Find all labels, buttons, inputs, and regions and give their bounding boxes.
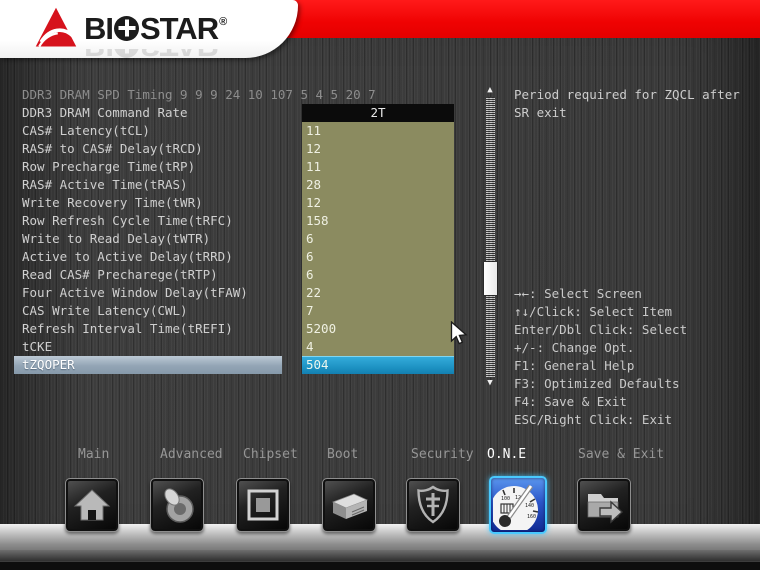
svg-text:160: 160: [527, 514, 536, 520]
logo-text-right: STAR: [140, 10, 219, 46]
hint-line: →←: Select Screen: [514, 286, 642, 301]
setting-row[interactable]: DDR3 DRAM Command Rate 2T: [14, 104, 455, 122]
setting-label: Write to Read Delay(tWTR): [22, 231, 211, 246]
setting-label: Write Recovery Time(tWR): [22, 195, 203, 210]
setting-label: Four Active Window Delay(tFAW): [22, 285, 248, 300]
setting-row[interactable]: Read CAS# Precharege(tRTP) 6: [14, 266, 455, 284]
scroll-up-icon[interactable]: ▲: [483, 85, 497, 96]
dock-icon-save-exit[interactable]: [577, 478, 631, 532]
dish-icon: [164, 488, 194, 523]
setting-value[interactable]: 6: [302, 248, 454, 266]
setting-label: CAS Write Latency(CWL): [22, 303, 188, 318]
setting-row[interactable]: RAS# to CAS# Delay(tRCD) 12: [14, 140, 455, 158]
gauge-icon: 100 120 140 160: [493, 484, 539, 530]
setting-value[interactable]: 6: [302, 266, 454, 284]
tab-security[interactable]: Security: [411, 447, 474, 462]
tab-save-exit[interactable]: Save & Exit: [578, 447, 664, 462]
setting-value[interactable]: 2T: [302, 104, 454, 122]
setting-label: tZQOPER: [14, 356, 282, 374]
setting-row[interactable]: tZQOPER 504: [14, 356, 455, 374]
setting-label: RAS# Active Time(tRAS): [22, 177, 188, 192]
dock-icon-main[interactable]: [65, 478, 119, 532]
menu-tabs: Main Advanced Chipset Boot Security O.N.E Save…: [0, 447, 760, 465]
tab-main[interactable]: Main: [78, 447, 109, 462]
setting-value[interactable]: 504: [302, 356, 454, 374]
setting-row[interactable]: Row Precharge Time(tRP) 11: [14, 158, 455, 176]
setting-label: DDR3 DRAM Command Rate: [22, 105, 188, 120]
biostar-triangle-icon: [35, 7, 77, 48]
shield-icon: [417, 485, 449, 524]
dock-icon-advanced[interactable]: [150, 478, 204, 532]
hint-line: ↑↓/Click: Select Item: [514, 304, 673, 319]
dock-icon-boot[interactable]: [322, 478, 376, 532]
setting-value[interactable]: 11: [302, 158, 454, 176]
setting-row[interactable]: CAS Write Latency(CWL) 7: [14, 302, 455, 320]
setting-value[interactable]: 7: [302, 302, 454, 320]
dock-icon-security[interactable]: [406, 478, 460, 532]
tab-advanced[interactable]: Advanced: [160, 447, 223, 462]
setting-label: Row Precharge Time(tRP): [22, 159, 196, 174]
folder-exit-icon: [587, 494, 624, 524]
hint-line: F3: Optimized Defaults: [514, 376, 680, 391]
setting-value[interactable]: 158: [302, 212, 454, 230]
setting-row[interactable]: Write to Read Delay(tWTR) 6: [14, 230, 455, 248]
dock-shelf-shadow: [0, 550, 760, 561]
setting-label: RAS# to CAS# Delay(tRCD): [22, 141, 203, 156]
logo-text-left: BI: [84, 10, 114, 46]
hint-line: Enter/Dbl Click: Select: [514, 322, 688, 337]
setting-value[interactable]: 6: [302, 230, 454, 248]
chip-icon: [247, 489, 279, 521]
scroll-down-icon[interactable]: ▼: [483, 378, 497, 389]
tab-chipset[interactable]: Chipset: [243, 447, 298, 462]
biostar-logo-panel: BI STAR® BI STAR: [0, 0, 298, 61]
dock-icon-one[interactable]: 100 120 140 160: [489, 476, 547, 534]
setting-value[interactable]: 5200: [302, 320, 454, 338]
key-hints: →←: Select Screen ↑↓/Click: Select Item En…: [514, 285, 756, 429]
tab-boot[interactable]: Boot: [327, 447, 358, 462]
registered-mark: ®: [219, 15, 227, 28]
setting-row[interactable]: Write Recovery Time(tWR) 12: [14, 194, 455, 212]
settings-list: DDR3 DRAM SPD Timing 9 9 9 24 10 107 5 4…: [14, 86, 455, 374]
setting-row[interactable]: Four Active Window Delay(tFAW) 22: [14, 284, 455, 302]
setting-row[interactable]: Active to Active Delay(tRRD) 6: [14, 248, 455, 266]
hint-line: +/-: Change Opt.: [514, 340, 635, 355]
setting-label: Read CAS# Precharege(tRTP): [22, 267, 218, 282]
svg-text:100: 100: [501, 496, 510, 502]
setting-value[interactable]: 28: [302, 176, 454, 194]
scrollbar-track[interactable]: [483, 97, 497, 377]
tab-o-n-e[interactable]: O.N.E: [487, 447, 526, 462]
setting-value[interactable]: 12: [302, 194, 454, 212]
setting-label: CAS# Latency(tCL): [22, 123, 150, 138]
bios-screen: BI STAR® BI STAR DDR3 DRAM SPD Timing 9 9 …: [0, 0, 760, 570]
setting-value[interactable]: 11: [302, 122, 454, 140]
setting-row[interactable]: tCKE 4: [14, 338, 455, 356]
setting-row[interactable]: Refresh Interval Time(tREFI) 5200: [14, 320, 455, 338]
hint-line: F4: Save & Exit: [514, 394, 627, 409]
hint-line: ESC/Right Click: Exit: [514, 412, 673, 427]
dock: 100 120 140 160: [0, 476, 760, 536]
svg-text:140: 140: [525, 503, 534, 509]
setting-row[interactable]: Row Refresh Cycle Time(tRFC) 158: [14, 212, 455, 230]
list-scrollbar[interactable]: ▲ ▼: [483, 85, 497, 389]
setting-label: tCKE: [22, 339, 53, 354]
setting-value[interactable]: 12: [302, 140, 454, 158]
setting-row[interactable]: RAS# Active Time(tRAS) 28: [14, 176, 455, 194]
setting-row[interactable]: CAS# Latency(tCL) 11: [14, 122, 455, 140]
hint-line: F1: General Help: [514, 358, 635, 373]
biostar-logo: BI STAR ®: [34, 5, 227, 51]
setting-label: Refresh Interval Time(tREFI): [22, 321, 233, 336]
setting-value[interactable]: 22: [302, 284, 454, 302]
help-description: Period required for ZQCL after SR exit: [514, 87, 740, 120]
setting-label: Row Refresh Cycle Time(tRFC): [22, 213, 233, 228]
logo-o-star-icon: [114, 15, 139, 41]
settings-rows: DDR3 DRAM Command Rate 2T CAS# Latency(t…: [14, 104, 455, 374]
setting-value[interactable]: 4: [302, 338, 454, 356]
dock-icon-chipset[interactable]: [236, 478, 290, 532]
spd-timing-header: DDR3 DRAM SPD Timing 9 9 9 24 10 107 5 4…: [22, 87, 376, 102]
bottom-bar: [0, 561, 760, 570]
scrollbar-thumb[interactable]: [483, 262, 497, 295]
home-icon: [73, 489, 111, 521]
drive-icon: [331, 493, 369, 519]
setting-label: Active to Active Delay(tRRD): [22, 249, 233, 264]
